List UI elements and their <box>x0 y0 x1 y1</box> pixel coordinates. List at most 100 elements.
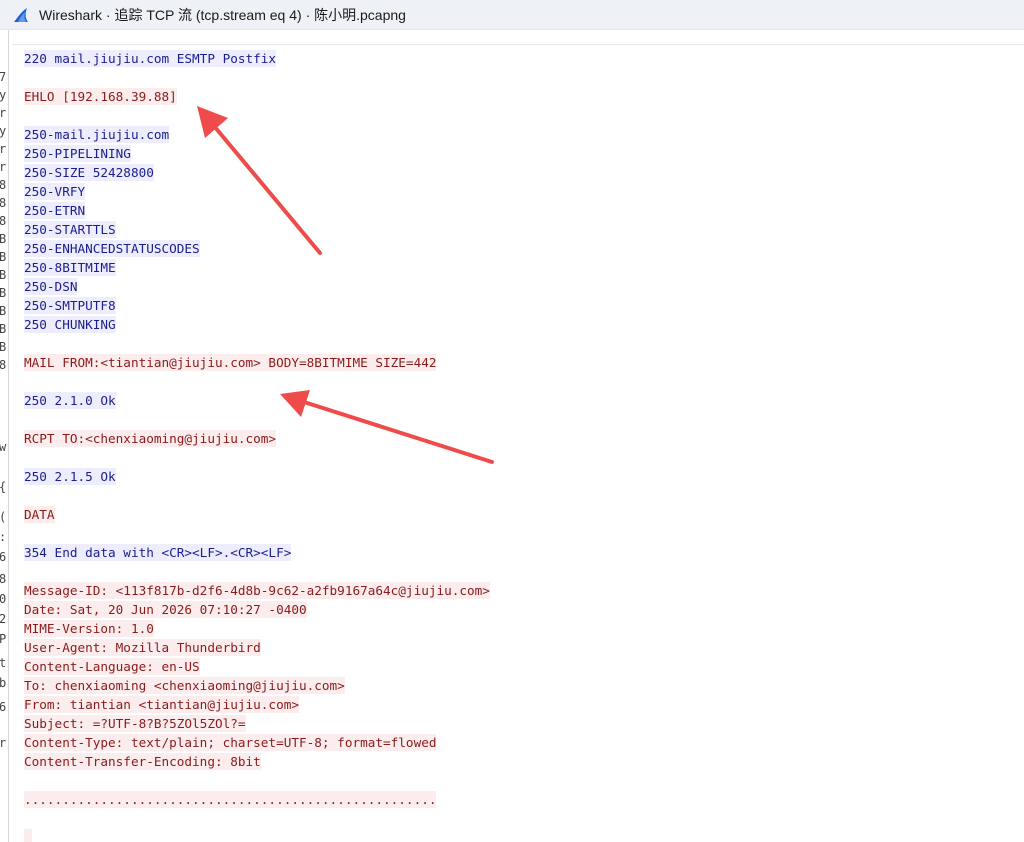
stream-line-text: DATA <box>24 506 55 523</box>
left-pane-fragment: 8 <box>0 358 7 372</box>
stream-line-text: Content-Type: text/plain; charset=UTF-8;… <box>24 734 437 751</box>
left-pane-fragment: P <box>0 632 7 646</box>
stream-line-text: 250-SMTPUTF8 <box>24 297 116 314</box>
server-line: 250 2.1.0 Ok <box>24 391 490 410</box>
left-pane-fragment: b <box>0 676 7 690</box>
stream-line-text: To: chenxiaoming <chenxiaoming@jiujiu.co… <box>24 677 345 694</box>
server-line: 220 mail.jiujiu.com ESMTP Postfix <box>24 49 490 68</box>
server-line: 250-SIZE 52428800 <box>24 163 490 182</box>
server-line: 250-PIPELINING <box>24 144 490 163</box>
left-pane-fragment: B <box>0 250 7 264</box>
server-line: 250-DSN <box>24 277 490 296</box>
stream-line-text: 250-PIPELINING <box>24 145 131 162</box>
stream-line-text: MAIL FROM:<tiantian@jiujiu.com> BODY=8BI… <box>24 354 437 371</box>
server-line: 250-SMTPUTF8 <box>24 296 490 315</box>
stream-line-text: User-Agent: Mozilla Thunderbird <box>24 639 261 656</box>
stream-line-text: 250-DSN <box>24 278 78 295</box>
stream-line-text: 250 2.1.0 Ok <box>24 392 116 409</box>
client-line: Message-ID: <113f817b-d2f6-4d8b-9c62-a2f… <box>24 581 490 600</box>
stream-line-text: From: tiantian <tiantian@jiujiu.com> <box>24 696 299 713</box>
server-line: 250-STARTTLS <box>24 220 490 239</box>
client-line: Content-Transfer-Encoding: 8bit <box>24 752 490 771</box>
left-pane-fragment: B <box>0 232 7 246</box>
client-line: Date: Sat, 20 Jun 2026 07:10:27 -0400 <box>24 600 490 619</box>
client-line: From: tiantian <tiantian@jiujiu.com> <box>24 695 490 714</box>
left-pane-fragment: 0 <box>0 592 7 606</box>
stream-line-text: 250-ETRN <box>24 202 86 219</box>
window-title: Wireshark · 追踪 TCP 流 (tcp.stream eq 4) ·… <box>39 6 406 23</box>
left-pane-fragment: B <box>0 340 7 354</box>
left-pane-fragment: y <box>0 88 7 102</box>
client-line: Content-Type: text/plain; charset=UTF-8;… <box>24 733 490 752</box>
server-line: 250-ETRN <box>24 201 490 220</box>
left-pane-fragment: B <box>0 304 7 318</box>
client-line: DATA <box>24 505 490 524</box>
left-pane-fragment: 8 <box>0 214 7 228</box>
left-pane-fragment: 6 <box>0 550 7 564</box>
client-line: To: chenxiaoming <chenxiaoming@jiujiu.co… <box>24 676 490 695</box>
left-pane-fragment: r <box>0 160 7 174</box>
server-line: 250 CHUNKING <box>24 315 490 334</box>
client-line: User-Agent: Mozilla Thunderbird <box>24 638 490 657</box>
stream-line-text: 220 mail.jiujiu.com ESMTP Postfix <box>24 50 277 67</box>
client-line: EHLO [192.168.39.88] <box>24 87 490 106</box>
stream-line-text: Content-Language: en-US <box>24 658 200 675</box>
left-pane-fragment: r <box>0 106 7 120</box>
server-line: 250-ENHANCEDSTATUSCODES <box>24 239 490 258</box>
left-pane-fragment: { <box>0 480 7 494</box>
tcp-stream-content[interactable]: 220 mail.jiujiu.com ESMTP Postfix EHLO [1… <box>12 44 1024 842</box>
client-line: RCPT TO:<chenxiaoming@jiujiu.com> <box>24 429 490 448</box>
left-pane-fragment: y <box>0 124 7 138</box>
left-pane-fragment: 8 <box>0 196 7 210</box>
stream-line-text: EHLO [192.168.39.88] <box>24 88 177 105</box>
client-line: MIME-Version: 1.0 <box>24 619 490 638</box>
stream-text: 220 mail.jiujiu.com ESMTP Postfix EHLO [1… <box>24 49 490 842</box>
server-line: 250-8BITMIME <box>24 258 490 277</box>
wireshark-fin-icon <box>14 7 28 22</box>
left-pane-fragment: 8 <box>0 178 7 192</box>
left-pane-fragment: t <box>0 656 7 670</box>
stream-line-text: 354 End data with <CR><LF>.<CR><LF> <box>24 544 292 561</box>
client-line: Subject: =?UTF-8?B?5ZOl5ZOl?= <box>24 714 490 733</box>
left-pane-fragment: r <box>0 736 7 750</box>
server-line: 250 2.1.5 Ok <box>24 467 490 486</box>
stream-line-text: Message-ID: <113f817b-d2f6-4d8b-9c62-a2f… <box>24 582 490 599</box>
stream-line-text: RCPT TO:<chenxiaoming@jiujiu.com> <box>24 430 277 447</box>
stream-line-text: 250-STARTTLS <box>24 221 116 238</box>
client-line <box>24 828 490 842</box>
left-pane-fragment: 8 <box>0 572 7 586</box>
left-pane-fragment: w <box>0 440 7 454</box>
stream-line-text: 250-ENHANCEDSTATUSCODES <box>24 240 200 257</box>
stream-line-text: Subject: =?UTF-8?B?5ZOl5ZOl?= <box>24 715 246 732</box>
stream-line-text: 250 CHUNKING <box>24 316 116 333</box>
stream-line-text: ........................................… <box>24 791 437 808</box>
window-titlebar: Wireshark · 追踪 TCP 流 (tcp.stream eq 4) ·… <box>0 0 1024 30</box>
left-pane-fragment: : <box>0 530 7 544</box>
left-pane-fragment: ( <box>0 510 7 524</box>
left-pane-fragment: 7 <box>0 70 7 84</box>
stream-line-text: 250-8BITMIME <box>24 259 116 276</box>
server-line: 250-VRFY <box>24 182 490 201</box>
server-line: 250-mail.jiujiu.com <box>24 125 490 144</box>
stream-line-text: 250-mail.jiujiu.com <box>24 126 170 143</box>
stream-line-text: Date: Sat, 20 Jun 2026 07:10:27 -0400 <box>24 601 307 618</box>
left-pane-fragment: B <box>0 322 7 336</box>
client-line: MAIL FROM:<tiantian@jiujiu.com> BODY=8BI… <box>24 353 490 372</box>
server-line: 354 End data with <CR><LF>.<CR><LF> <box>24 543 490 562</box>
client-line: Content-Language: en-US <box>24 657 490 676</box>
left-pane-fragment: 2 <box>0 612 7 626</box>
left-pane-fragment: r <box>0 142 7 156</box>
packet-list-pane-edge[interactable]: 7yryrr888BBBBBBB8w{(:6802Ptb6r <box>0 30 9 842</box>
stream-line-text: 250 2.1.5 Ok <box>24 468 116 485</box>
